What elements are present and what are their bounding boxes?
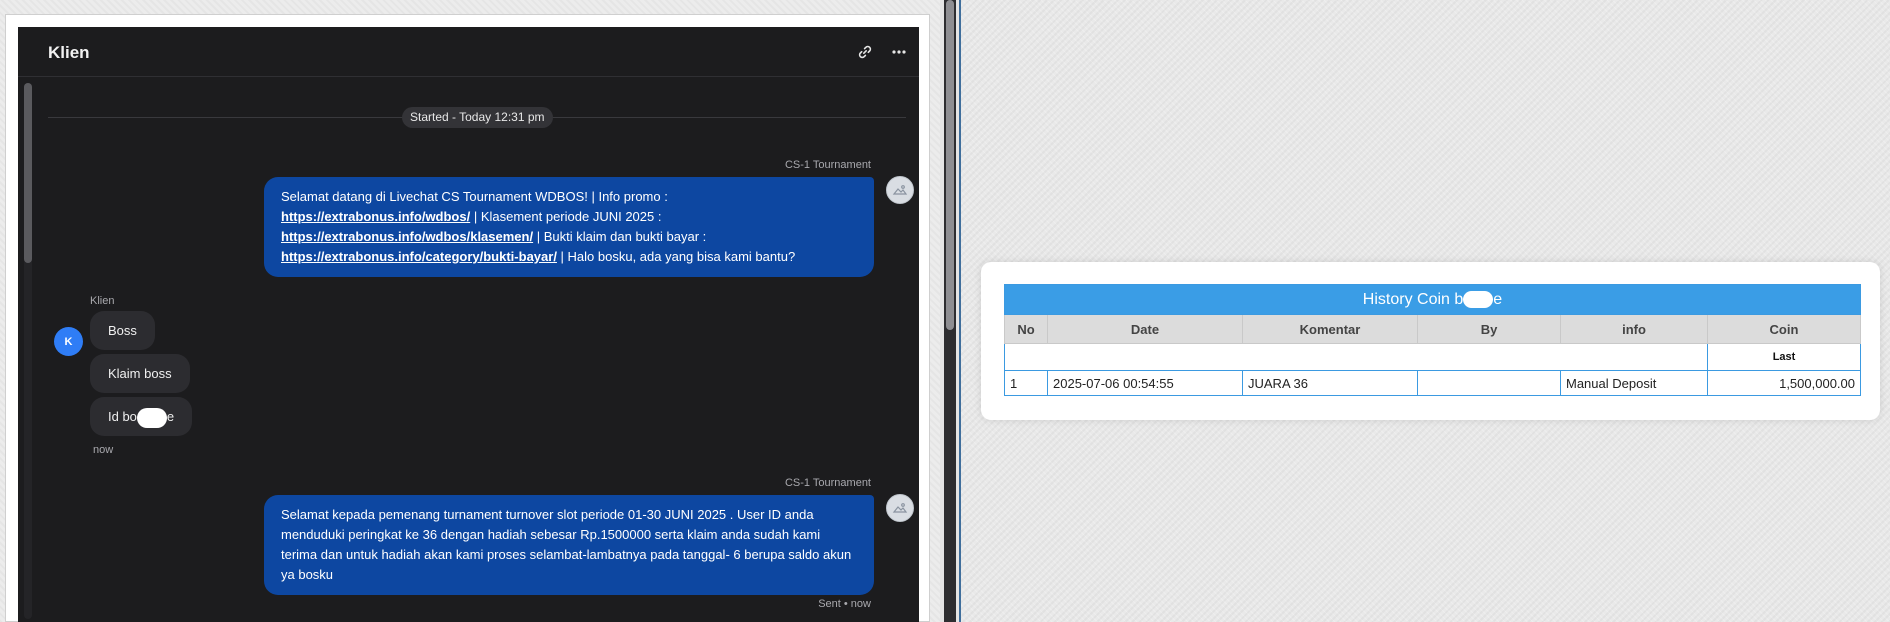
table-title-text: History Coin b [1362,290,1464,308]
column-header-info: info [1560,314,1708,344]
client-message: Id bo e [90,397,193,436]
message-text: | Bukti klaim dan bukti bayar : [533,229,707,244]
redaction-mark [136,407,167,428]
chat-header: Klien [18,27,919,77]
client-avatar: K [54,327,83,356]
redaction-mark [1463,290,1494,308]
message-text: | Halo bosku, ada yang bisa kami bantu? [556,249,796,264]
cell-date: 2025-07-06 00:54:55 [1047,370,1243,396]
message-time: now [93,444,114,456]
history-card: History Coin b e No Date Komentar By info… [981,262,1880,420]
subheader-last: Last [1707,343,1861,371]
column-header-date: Date [1047,314,1243,344]
pane-scrollbar-thumb[interactable] [946,0,954,330]
chat-title: Klien [48,43,90,62]
link-icon[interactable] [854,41,876,63]
cell-by [1417,370,1561,396]
promo-link[interactable]: https://extrabonus.info/wdbos/ [281,209,470,224]
message-text: | Klasement periode JUNI 2025 : [470,209,662,224]
agent-avatar-icon [886,176,914,204]
started-label: Started - Today 12:31 pm [402,107,553,128]
history-coin-table: History Coin b e No Date Komentar By info… [1004,284,1861,396]
message-text: Id bo [108,409,137,424]
agent-name: CS-1 Tournament [784,159,871,171]
client-message: Boss [90,311,155,350]
agent-message-winner: Selamat kepada pemenang turnament turnov… [264,495,874,595]
column-header-no: No [1004,314,1048,344]
column-header-komentar: Komentar [1242,314,1418,344]
table-row: 1 2025-07-06 00:54:55 JUARA 36 Manual De… [1004,370,1861,396]
agent-name: CS-1 Tournament [784,477,871,489]
more-horizontal-icon[interactable] [888,41,910,63]
cell-no: 1 [1004,370,1048,396]
message-text: Selamat datang di Livechat CS Tournament… [281,189,668,204]
client-name: Klien [90,295,115,307]
sent-status: Sent • now [818,598,871,610]
cell-komentar: JUARA 36 [1242,370,1418,396]
pane-scrollbar[interactable] [944,0,956,622]
agent-message-welcome: Selamat datang di Livechat CS Tournament… [264,177,874,277]
chat-scrollbar[interactable] [24,83,32,619]
chat-window: Klien Started - Today 12:31 pm CS-1 Tour… [18,27,919,622]
agent-avatar-icon [886,494,914,522]
chat-panel: Klien Started - Today 12:31 pm CS-1 Tour… [0,0,940,622]
cell-info: Manual Deposit [1560,370,1708,396]
klasemen-link[interactable]: https://extrabonus.info/wdbos/klasemen/ [281,229,533,244]
table-title: History Coin b e [1004,284,1861,315]
column-header-coin: Coin [1707,314,1861,344]
chat-frame: Klien Started - Today 12:31 pm CS-1 Tour… [5,14,930,622]
history-panel: History Coin b e No Date Komentar By info… [961,0,1890,622]
bukti-bayar-link[interactable]: https://extrabonus.info/category/bukti-b… [281,249,557,264]
cell-coin: 1,500,000.00 [1707,370,1861,396]
subheader-empty [1004,343,1708,371]
message-text: e [166,409,175,424]
table-title-text: e [1493,290,1503,308]
chat-scrollbar-thumb[interactable] [24,83,32,263]
column-header-by: By [1417,314,1561,344]
client-message: Klaim boss [90,354,190,393]
